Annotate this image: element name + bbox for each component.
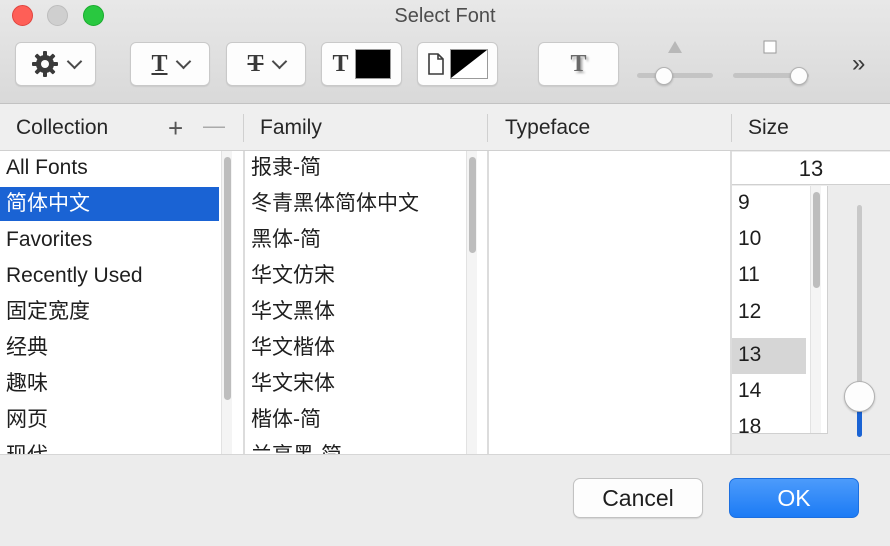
size-slider-knob[interactable] bbox=[844, 381, 875, 412]
column-header-row: Collection + — Family Typeface Size bbox=[0, 104, 890, 151]
collection-item[interactable]: 固定宽度 bbox=[6, 295, 90, 329]
size-item[interactable]: 9 bbox=[732, 186, 806, 222]
family-item[interactable]: 楷体-简 bbox=[251, 403, 321, 437]
family-item[interactable]: 华文仿宋 bbox=[251, 259, 335, 293]
text-shadow-button[interactable]: T bbox=[538, 42, 619, 86]
family-item[interactable]: 冬青黑体简体中文 bbox=[251, 187, 419, 221]
size-item[interactable]: 14 bbox=[732, 374, 806, 410]
remove-collection-button[interactable]: — bbox=[203, 113, 225, 139]
shadow-opacity-knob[interactable] bbox=[655, 67, 673, 85]
collection-scrollbar[interactable] bbox=[221, 151, 232, 454]
size-item[interactable]: 18 bbox=[732, 410, 806, 433]
collection-item[interactable]: Recently Used bbox=[6, 259, 143, 293]
family-header: Family bbox=[260, 116, 322, 139]
size-header: Size bbox=[748, 116, 789, 139]
collection-item[interactable]: All Fonts bbox=[6, 151, 88, 185]
collection-item[interactable]: Favorites bbox=[6, 223, 92, 257]
shadow-icon: T bbox=[570, 50, 587, 77]
size-item[interactable]: 10 bbox=[732, 222, 806, 258]
add-collection-button[interactable]: + bbox=[168, 113, 183, 144]
strikethrough-menu-button[interactable]: T bbox=[226, 42, 306, 86]
size-item-selected[interactable]: 13 bbox=[732, 338, 806, 374]
size-item[interactable]: 11 bbox=[732, 258, 806, 294]
toolbar-overflow-button[interactable]: » bbox=[852, 50, 865, 78]
size-item[interactable]: 12 bbox=[732, 295, 806, 331]
size-input[interactable]: 13 bbox=[732, 152, 890, 185]
collection-item[interactable]: 现代 bbox=[6, 439, 48, 454]
text-color-button[interactable]: T bbox=[321, 42, 402, 86]
document-color-swatch bbox=[449, 49, 488, 79]
typeface-list[interactable] bbox=[489, 151, 731, 454]
chevron-down-icon bbox=[66, 53, 83, 69]
collection-scroll-thumb[interactable] bbox=[224, 157, 231, 400]
shadow-opacity-slider[interactable] bbox=[637, 73, 713, 78]
family-item[interactable]: 华文黑体 bbox=[251, 295, 335, 329]
text-color-icon: T bbox=[332, 50, 349, 77]
document-icon bbox=[427, 53, 444, 75]
header-divider bbox=[731, 114, 732, 142]
action-menu-button[interactable] bbox=[15, 42, 96, 86]
family-scroll-thumb[interactable] bbox=[469, 157, 476, 253]
chevron-down-icon bbox=[271, 53, 287, 69]
underline-icon: T bbox=[151, 50, 168, 77]
size-scrollbar[interactable] bbox=[810, 186, 821, 433]
typeface-header: Typeface bbox=[505, 116, 591, 139]
header-divider bbox=[243, 114, 244, 142]
family-scrollbar[interactable] bbox=[466, 151, 477, 454]
collection-item-selected[interactable]: 简体中文 bbox=[0, 187, 219, 221]
size-list[interactable]: 9 10 11 12 13 14 18 bbox=[732, 186, 828, 434]
ok-button[interactable]: OK bbox=[729, 478, 859, 518]
document-color-button[interactable] bbox=[417, 42, 498, 86]
header-divider bbox=[487, 114, 488, 142]
size-scroll-thumb[interactable] bbox=[813, 192, 820, 288]
underline-menu-button[interactable]: T bbox=[130, 42, 210, 86]
strikethrough-icon: T bbox=[247, 50, 264, 77]
family-item[interactable]: 黑体-简 bbox=[251, 223, 321, 257]
collection-item[interactable]: 经典 bbox=[6, 331, 48, 365]
family-item[interactable]: 华文楷体 bbox=[251, 331, 335, 365]
collection-list[interactable]: All Fonts 简体中文 Favorites Recently Used 固… bbox=[0, 151, 243, 454]
collection-item[interactable]: 网页 bbox=[6, 403, 48, 437]
cancel-button[interactable]: Cancel bbox=[573, 478, 703, 518]
title-bar: Select Font T T T T » bbox=[0, 0, 890, 104]
square-icon bbox=[763, 40, 777, 54]
family-item[interactable]: 报隶-简 bbox=[251, 151, 321, 185]
family-list[interactable]: 报隶-简 冬青黑体简体中文 黑体-简 华文仿宋 华文黑体 华文楷体 华文宋体 楷… bbox=[245, 151, 487, 454]
triangle-up-icon bbox=[668, 41, 682, 53]
text-color-swatch bbox=[354, 49, 391, 79]
family-item[interactable]: 华文宋体 bbox=[251, 367, 335, 401]
family-item[interactable]: 兰亭黑-简 bbox=[251, 439, 342, 454]
window-title: Select Font bbox=[394, 5, 496, 27]
shadow-blur-knob[interactable] bbox=[790, 67, 808, 85]
gear-icon bbox=[32, 51, 58, 77]
chevron-down-icon bbox=[175, 53, 191, 69]
collection-item[interactable]: 趣味 bbox=[6, 367, 48, 401]
collection-header: Collection bbox=[16, 116, 109, 139]
